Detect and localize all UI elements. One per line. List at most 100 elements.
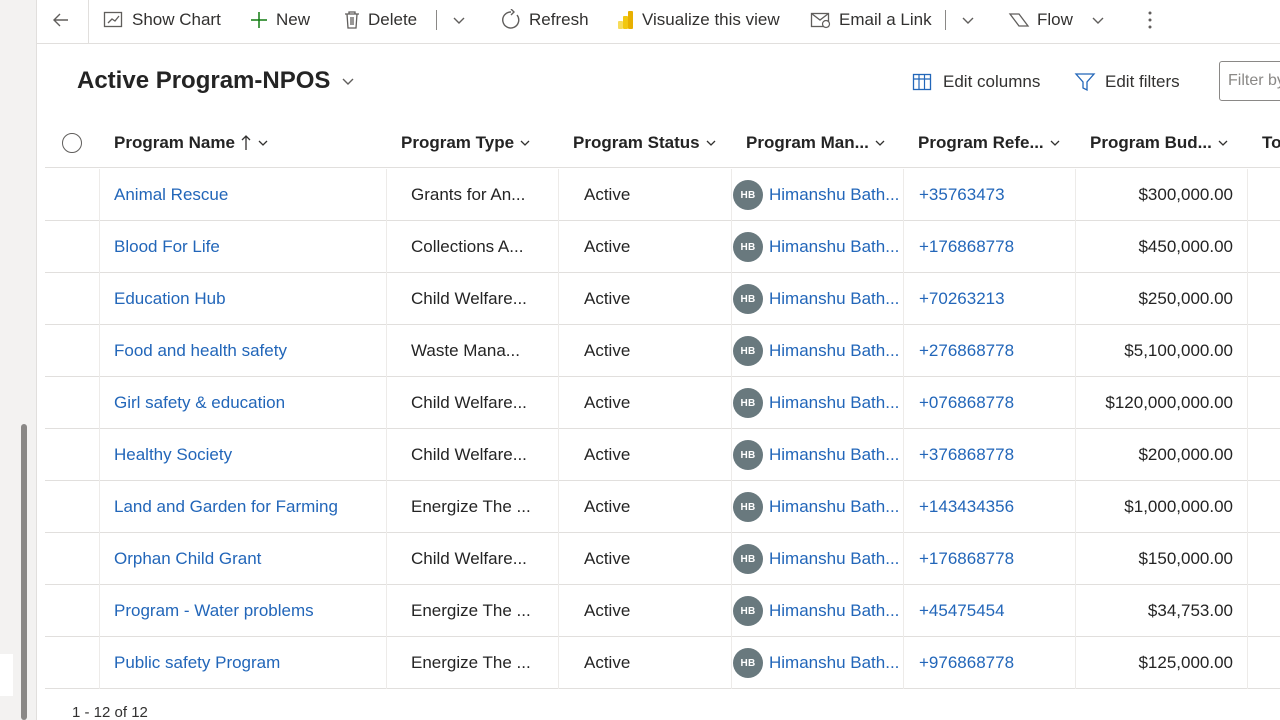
- program-manager-link[interactable]: Himanshu Bath...: [769, 653, 899, 673]
- program-name-link[interactable]: Program - Water problems: [114, 585, 314, 637]
- more-delete-dropdown[interactable]: [451, 0, 467, 40]
- cell-divider: [386, 273, 387, 325]
- program-reference-link[interactable]: +176868778: [919, 533, 1014, 585]
- filter-placeholder: Filter by keyword: [1228, 72, 1280, 89]
- program-budget-cell: $1,000,000.00: [1124, 497, 1233, 516]
- table-row[interactable]: Public safety Program Energize The ... Act…: [45, 637, 1280, 689]
- program-name-link[interactable]: Blood For Life: [114, 221, 220, 273]
- program-status-cell: Active: [584, 393, 631, 412]
- edit-filters-button[interactable]: Edit filters: [1074, 68, 1180, 96]
- cell-divider: [558, 377, 559, 429]
- program-manager-link[interactable]: Himanshu Bath...: [769, 445, 899, 465]
- chevron-down-icon: [453, 17, 465, 24]
- program-manager-cell: HB Himanshu Bath...: [733, 429, 899, 481]
- cell-divider: [99, 585, 100, 637]
- delete-button[interactable]: Delete: [343, 0, 417, 40]
- nav-item[interactable]: [0, 654, 13, 696]
- email-link-icon: [810, 12, 831, 29]
- program-reference-link[interactable]: +976868778: [919, 637, 1014, 689]
- table-row[interactable]: Orphan Child Grant Child Welfare... Active…: [45, 533, 1280, 585]
- program-reference-link[interactable]: +376868778: [919, 429, 1014, 481]
- cell-divider: [1247, 325, 1248, 377]
- cell-divider: [99, 481, 100, 533]
- table-row[interactable]: Program - Water problems Energize The ...…: [45, 585, 1280, 637]
- scrollbar-thumb[interactable]: [21, 424, 27, 720]
- email-link-button[interactable]: Email a Link: [810, 0, 932, 40]
- program-manager-link[interactable]: Himanshu Bath...: [769, 341, 899, 361]
- program-name-link[interactable]: Animal Rescue: [114, 169, 228, 221]
- table-row[interactable]: Girl safety & education Child Welfare... A…: [45, 377, 1280, 429]
- flow-button[interactable]: Flow: [1008, 0, 1073, 40]
- cell-divider: [558, 273, 559, 325]
- program-reference-link[interactable]: +276868778: [919, 325, 1014, 377]
- table-row[interactable]: Food and health safety Waste Mana... Activ…: [45, 325, 1280, 377]
- cell-divider: [99, 169, 100, 221]
- program-reference-link[interactable]: +176868778: [919, 221, 1014, 273]
- chevron-down-icon: [258, 140, 268, 146]
- edit-columns-button[interactable]: Edit columns: [912, 68, 1040, 96]
- visualize-button[interactable]: Visualize this view: [617, 0, 780, 40]
- column-header-program-reference[interactable]: Program Refe...: [918, 118, 1061, 168]
- program-name-link[interactable]: Healthy Society: [114, 429, 232, 481]
- command-bar: Show Chart New Delete Refresh Visualize …: [37, 0, 1280, 44]
- more-email-dropdown[interactable]: [960, 0, 976, 40]
- table-row[interactable]: Education Hub Child Welfare... Active HB Him…: [45, 273, 1280, 325]
- program-name-link[interactable]: Public safety Program: [114, 637, 280, 689]
- program-manager-link[interactable]: Himanshu Bath...: [769, 393, 899, 413]
- program-name-link[interactable]: Land and Garden for Farming: [114, 481, 338, 533]
- program-manager-link[interactable]: Himanshu Bath...: [769, 601, 899, 621]
- new-button[interactable]: New: [249, 0, 310, 40]
- program-manager-link[interactable]: Himanshu Bath...: [769, 185, 899, 205]
- column-header-total[interactable]: To: [1262, 118, 1280, 168]
- program-reference-link[interactable]: +70263213: [919, 273, 1005, 325]
- back-button[interactable]: [51, 0, 71, 40]
- more-commands-button[interactable]: [1144, 0, 1156, 40]
- filter-keyword-input[interactable]: Filter by keyword: [1219, 61, 1280, 101]
- program-manager-cell: HB Himanshu Bath...: [733, 221, 899, 273]
- email-link-label: Email a Link: [839, 10, 932, 29]
- show-chart-label: Show Chart: [132, 10, 221, 29]
- program-name-link[interactable]: Education Hub: [114, 273, 226, 325]
- column-header-program-name[interactable]: Program Name: [114, 118, 269, 168]
- program-status-cell: Active: [584, 653, 631, 672]
- program-reference-link[interactable]: +45475454: [919, 585, 1005, 637]
- program-reference-link[interactable]: +143434356: [919, 481, 1014, 533]
- flow-dropdown[interactable]: [1090, 0, 1106, 40]
- program-type-cell: Energize The ...: [411, 653, 531, 672]
- table-row[interactable]: Animal Rescue Grants for An... Active HB Him…: [45, 169, 1280, 221]
- program-manager-cell: HB Himanshu Bath...: [733, 169, 899, 221]
- program-manager-link[interactable]: Himanshu Bath...: [769, 497, 899, 517]
- table-row[interactable]: Blood For Life Collections A... Active HB Hi…: [45, 221, 1280, 273]
- edit-filters-label: Edit filters: [1105, 72, 1180, 91]
- table-row[interactable]: Healthy Society Child Welfare... Active HB H…: [45, 429, 1280, 481]
- column-header-program-status[interactable]: Program Status: [573, 118, 717, 168]
- cell-divider: [558, 585, 559, 637]
- chevron-down-icon: [342, 78, 354, 85]
- view-selector[interactable]: Active Program-NPOS: [77, 66, 356, 96]
- program-reference-link[interactable]: +076868778: [919, 377, 1014, 429]
- cell-divider: [99, 325, 100, 377]
- column-header-program-manager[interactable]: Program Man...: [746, 118, 886, 168]
- show-chart-button[interactable]: Show Chart: [103, 0, 221, 40]
- cell-divider: [731, 481, 732, 533]
- table-row[interactable]: Land and Garden for Farming Energize The …: [45, 481, 1280, 533]
- column-header-program-budget[interactable]: Program Bud...: [1090, 118, 1229, 168]
- program-budget-cell: $34,753.00: [1147, 601, 1233, 620]
- program-name-link[interactable]: Food and health safety: [114, 325, 287, 377]
- avatar: HB: [733, 596, 763, 626]
- refresh-button[interactable]: Refresh: [500, 0, 589, 40]
- program-reference-link[interactable]: +35763473: [919, 169, 1005, 221]
- cell-divider: [903, 481, 904, 533]
- select-all-checkbox[interactable]: [62, 133, 82, 153]
- program-type-cell: Child Welfare...: [411, 393, 527, 412]
- program-manager-link[interactable]: Himanshu Bath...: [769, 549, 899, 569]
- avatar: HB: [733, 284, 763, 314]
- avatar: HB: [733, 388, 763, 418]
- chart-icon: [103, 11, 123, 28]
- program-name-link[interactable]: Orphan Child Grant: [114, 533, 261, 585]
- program-name-link[interactable]: Girl safety & education: [114, 377, 285, 429]
- avatar: HB: [733, 648, 763, 678]
- program-manager-link[interactable]: Himanshu Bath...: [769, 289, 899, 309]
- program-manager-link[interactable]: Himanshu Bath...: [769, 237, 899, 257]
- column-header-program-type[interactable]: Program Type: [401, 118, 531, 168]
